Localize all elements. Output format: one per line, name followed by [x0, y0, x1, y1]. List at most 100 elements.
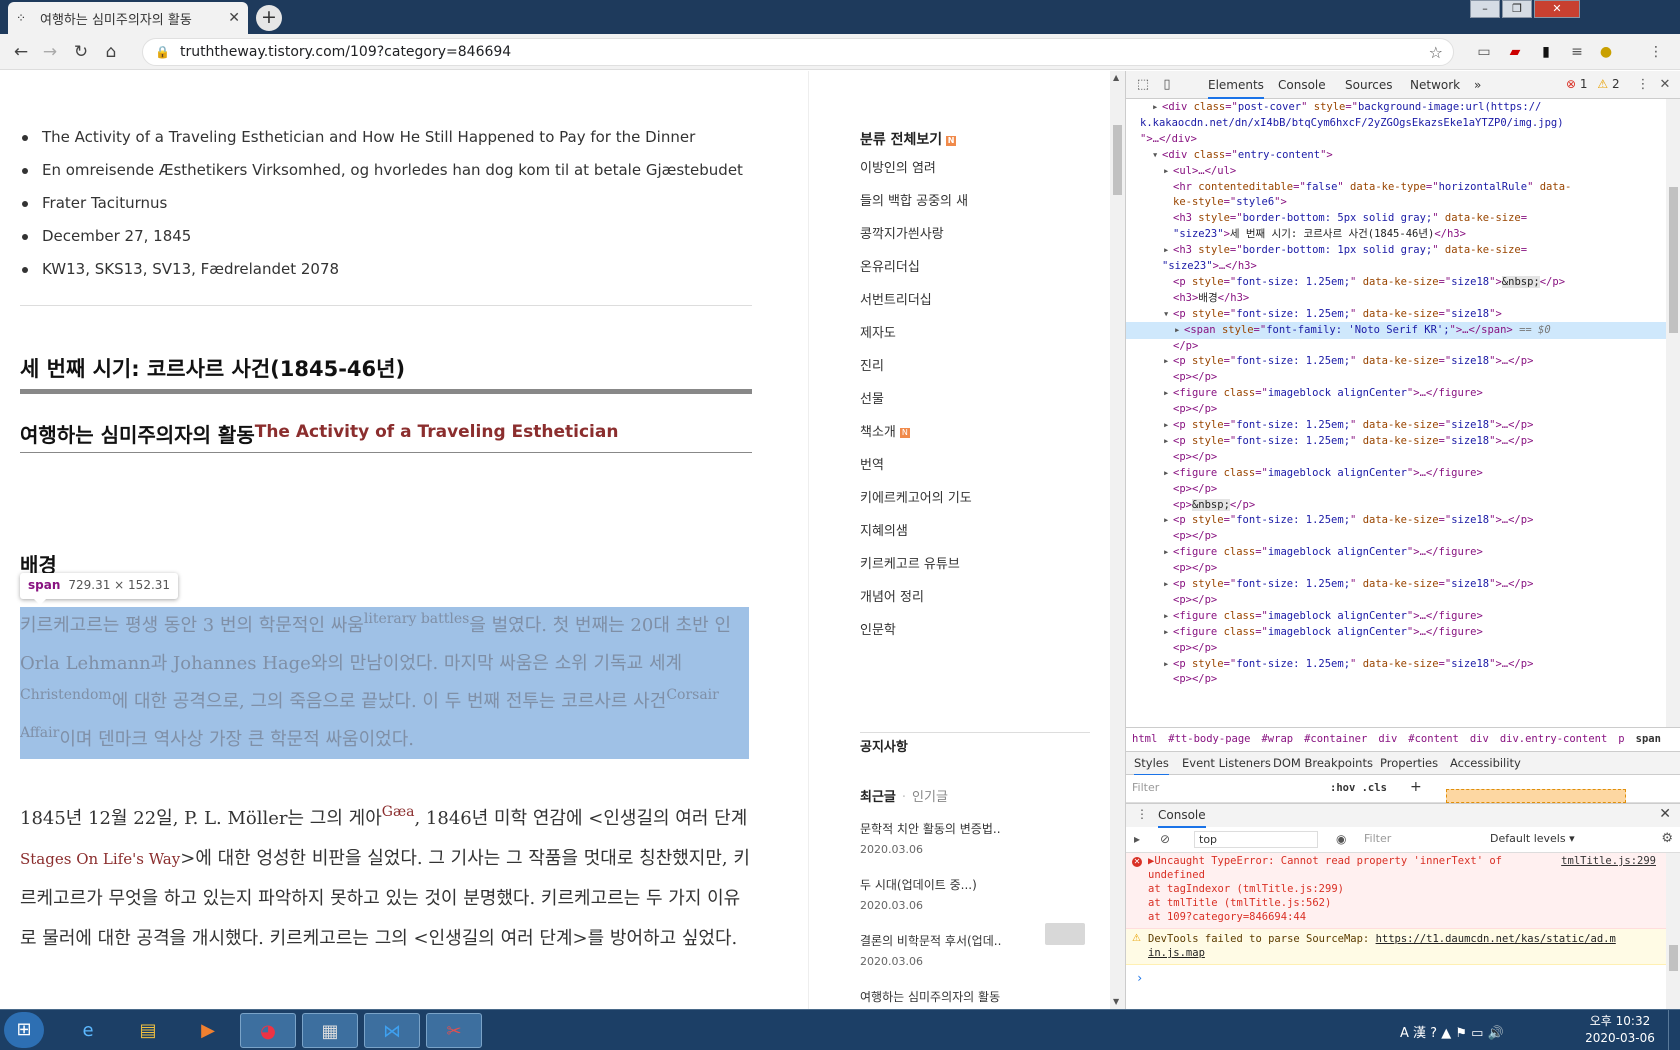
sourcemap-link[interactable]: https://t1.daumcdn.net/kas/static/ad.m [1376, 933, 1616, 945]
reload-icon[interactable]: ↻ [69, 40, 93, 64]
selected-dom-node[interactable]: ▸ <span style="font-family: 'Noto Serif K… [1126, 321, 1666, 339]
console-warning-message[interactable]: ⚠ DevTools failed to parse SourceMap: ht… [1126, 929, 1666, 965]
forward-arrow-icon[interactable]: → [38, 40, 62, 64]
dom-node-line[interactable]: <p></p> [1126, 481, 1666, 498]
dom-node-line[interactable]: </p> [1126, 338, 1666, 355]
dom-node-line[interactable]: ▸ <figure class="imageblock alignCenter">… [1126, 608, 1666, 625]
category-item[interactable]: 키에르케고어의 기도 [860, 489, 972, 522]
breadcrumb-item[interactable]: #tt-body-page [1168, 733, 1250, 745]
more-tabs-icon[interactable]: » [1474, 71, 1481, 99]
console-settings-gear-icon[interactable]: ⚙ [1661, 831, 1673, 846]
dom-node-line[interactable]: k.kakaocdn.net/dn/xI4bB/btqCym6hxcF/2yZG… [1126, 115, 1666, 132]
home-icon[interactable]: ⌂ [99, 40, 123, 64]
dom-node-line[interactable]: ▸ <h3 style="border-bottom: 1px solid gra… [1126, 242, 1666, 259]
dom-node-line[interactable]: <p style="font-size: 1.25em;" data-ke-si… [1126, 274, 1666, 291]
close-window-button[interactable]: ✕ [1534, 0, 1580, 18]
breadcrumb-item[interactable]: p [1618, 733, 1624, 745]
breadcrumb-item[interactable]: #content [1408, 733, 1459, 745]
console-scrollbar[interactable] [1666, 853, 1680, 1009]
back-arrow-icon[interactable]: ← [9, 40, 33, 64]
breadcrumb-item[interactable]: div [1378, 733, 1397, 745]
category-item[interactable]: 이방인의 염려 [860, 159, 972, 192]
tab-console[interactable]: Console [1278, 71, 1326, 99]
tab-close-icon[interactable]: ✕ [228, 10, 240, 26]
show-desktop-button[interactable] [1668, 1010, 1680, 1050]
vscode-icon[interactable]: ⋈ [364, 1013, 420, 1048]
dom-node-line[interactable]: ▸ <p style="font-size: 1.25em;" data-ke-s… [1126, 656, 1666, 673]
expand-arrow-icon[interactable]: ▸ [1163, 465, 1173, 481]
breadcrumb-item[interactable]: #wrap [1261, 733, 1293, 745]
breadcrumb-item[interactable]: #container [1304, 733, 1367, 745]
snipping-tool-icon[interactable]: ✂ [426, 1013, 482, 1048]
explorer-folder-icon[interactable]: ▤ [120, 1013, 176, 1048]
taskbar-clock[interactable]: 오후 10:32 2020-03-06 [1585, 1013, 1655, 1047]
category-item[interactable]: 인문학 [860, 621, 972, 654]
dom-node-line[interactable]: ▸ <figure class="imageblock alignCenter">… [1126, 465, 1666, 482]
issue-counter[interactable]: ⊗ 1 ⚠ 2 [1566, 77, 1620, 91]
expand-arrow-icon[interactable]: ▸ [1163, 417, 1173, 433]
expand-arrow-icon[interactable]: ▸ [1163, 242, 1173, 258]
scroll-down-arrow-icon[interactable]: ▼ [1113, 997, 1119, 1006]
dom-node-line[interactable]: <p></p> [1126, 592, 1666, 609]
dom-node-line[interactable]: <p></p> [1126, 560, 1666, 577]
category-item[interactable]: 지혜의샘 [860, 522, 972, 555]
error-source-link[interactable]: tmlTitle.js:299 [1561, 855, 1656, 867]
notepad-icon[interactable]: ▦ [302, 1013, 358, 1048]
dom-node-line[interactable]: <p></p> [1126, 528, 1666, 545]
device-toolbar-icon[interactable]: ▯ [1158, 76, 1176, 94]
start-orb-icon[interactable]: ⊞ [4, 1012, 44, 1048]
dom-node-line[interactable]: ▸ <p style="font-size: 1.25em;" data-ke-s… [1126, 433, 1666, 450]
category-item[interactable]: 들의 백합 공중의 새 [860, 192, 972, 225]
dom-node-line[interactable]: ▸ <div class="post-cover" style="backgrou… [1126, 99, 1666, 116]
minimize-button[interactable]: – [1470, 0, 1500, 18]
tab-styles[interactable]: Styles [1134, 752, 1169, 776]
ie-icon[interactable]: e [60, 1013, 116, 1048]
expand-arrow-icon[interactable]: ▸ [1163, 624, 1173, 640]
recent-post[interactable]: 여행하는 심미주의자의 활동 [860, 989, 1090, 1009]
new-style-rule-icon[interactable]: + [1410, 779, 1422, 795]
clear-console-icon[interactable]: ⊘ [1160, 832, 1170, 846]
highlighted-paragraph[interactable]: 키르케고르는 평생 동안 3 번의 학문적인 싸움literary battle… [20, 607, 749, 759]
dom-node-line[interactable]: <p></p> [1126, 369, 1666, 386]
menu-kebab-icon[interactable]: ⋮ [1646, 42, 1666, 62]
new-tab-button[interactable]: + [256, 5, 282, 31]
console-filter-input[interactable]: Filter [1364, 832, 1484, 845]
expand-arrow-icon[interactable]: ▸ [1163, 608, 1173, 624]
expand-arrow-icon[interactable]: ▸ [1163, 656, 1173, 672]
category-item[interactable]: 번역 [860, 456, 972, 489]
context-selector[interactable]: top [1194, 831, 1318, 848]
category-item[interactable]: 온유리더십 [860, 258, 972, 291]
tab-network[interactable]: Network [1410, 71, 1460, 99]
dom-node-line[interactable]: ▸ <figure class="imageblock alignCenter">… [1126, 624, 1666, 641]
dom-node-line[interactable]: <p>&nbsp;</p> [1126, 497, 1666, 514]
elements-tree[interactable]: ▸ <div class="post-cover" style="backgrou… [1126, 99, 1666, 727]
elements-scroll-thumb[interactable] [1669, 187, 1678, 333]
expand-arrow-icon[interactable]: ▸ [1163, 544, 1173, 560]
dom-node-line[interactable]: ▸ <p style="font-size: 1.25em;" data-ke-s… [1126, 576, 1666, 593]
collapse-arrow-icon[interactable]: ▾ [1152, 147, 1162, 163]
expand-arrow-icon[interactable]: ▸ [1163, 433, 1173, 449]
expand-arrow-icon[interactable]: ▸ [1174, 322, 1184, 338]
profile-avatar-icon[interactable]: ● [1596, 42, 1616, 62]
expand-arrow-icon[interactable]: ▸ [1163, 576, 1173, 592]
console-drawer-tab[interactable]: Console [1158, 804, 1206, 828]
dom-node-line[interactable]: <p></p> [1126, 640, 1666, 657]
collapse-arrow-icon[interactable]: ▾ [1163, 306, 1173, 322]
page-scroll-thumb[interactable] [1113, 125, 1122, 195]
address-bar[interactable]: 🔒 truththeway.tistory.com/109?category=8… [142, 38, 1454, 66]
hov-cls-toggle[interactable]: :hov .cls [1330, 782, 1387, 794]
sidebar-toggle-icon[interactable]: ▸ [1134, 832, 1140, 846]
dom-node-line[interactable]: ">…</div> [1126, 131, 1666, 148]
console-error-message[interactable]: ✕ ▶Uncaught TypeError: Cannot read prope… [1126, 853, 1666, 929]
dom-node-line[interactable]: ▸ <figure class="imageblock alignCenter">… [1126, 385, 1666, 402]
dom-node-line[interactable]: "size23">…</h3> [1126, 258, 1666, 275]
dom-node-line[interactable]: ▸ <p style="font-size: 1.25em;" data-ke-s… [1126, 353, 1666, 370]
close-drawer-icon[interactable]: ✕ [1659, 806, 1671, 822]
reading-list-icon[interactable]: ≡ [1567, 42, 1587, 62]
inspect-element-icon[interactable]: ⬚ [1134, 76, 1152, 94]
category-item[interactable]: 제자도 [860, 324, 972, 357]
recent-post[interactable]: 문학적 치안 활동의 변증법.. 2020.03.06 [860, 821, 1090, 877]
settings-kebab-icon[interactable]: ⋮ [1634, 76, 1652, 94]
dom-node-line[interactable]: <h3 style="border-bottom: 5px solid gray… [1126, 210, 1666, 227]
sourcemap-link[interactable]: in.js.map [1148, 947, 1205, 959]
